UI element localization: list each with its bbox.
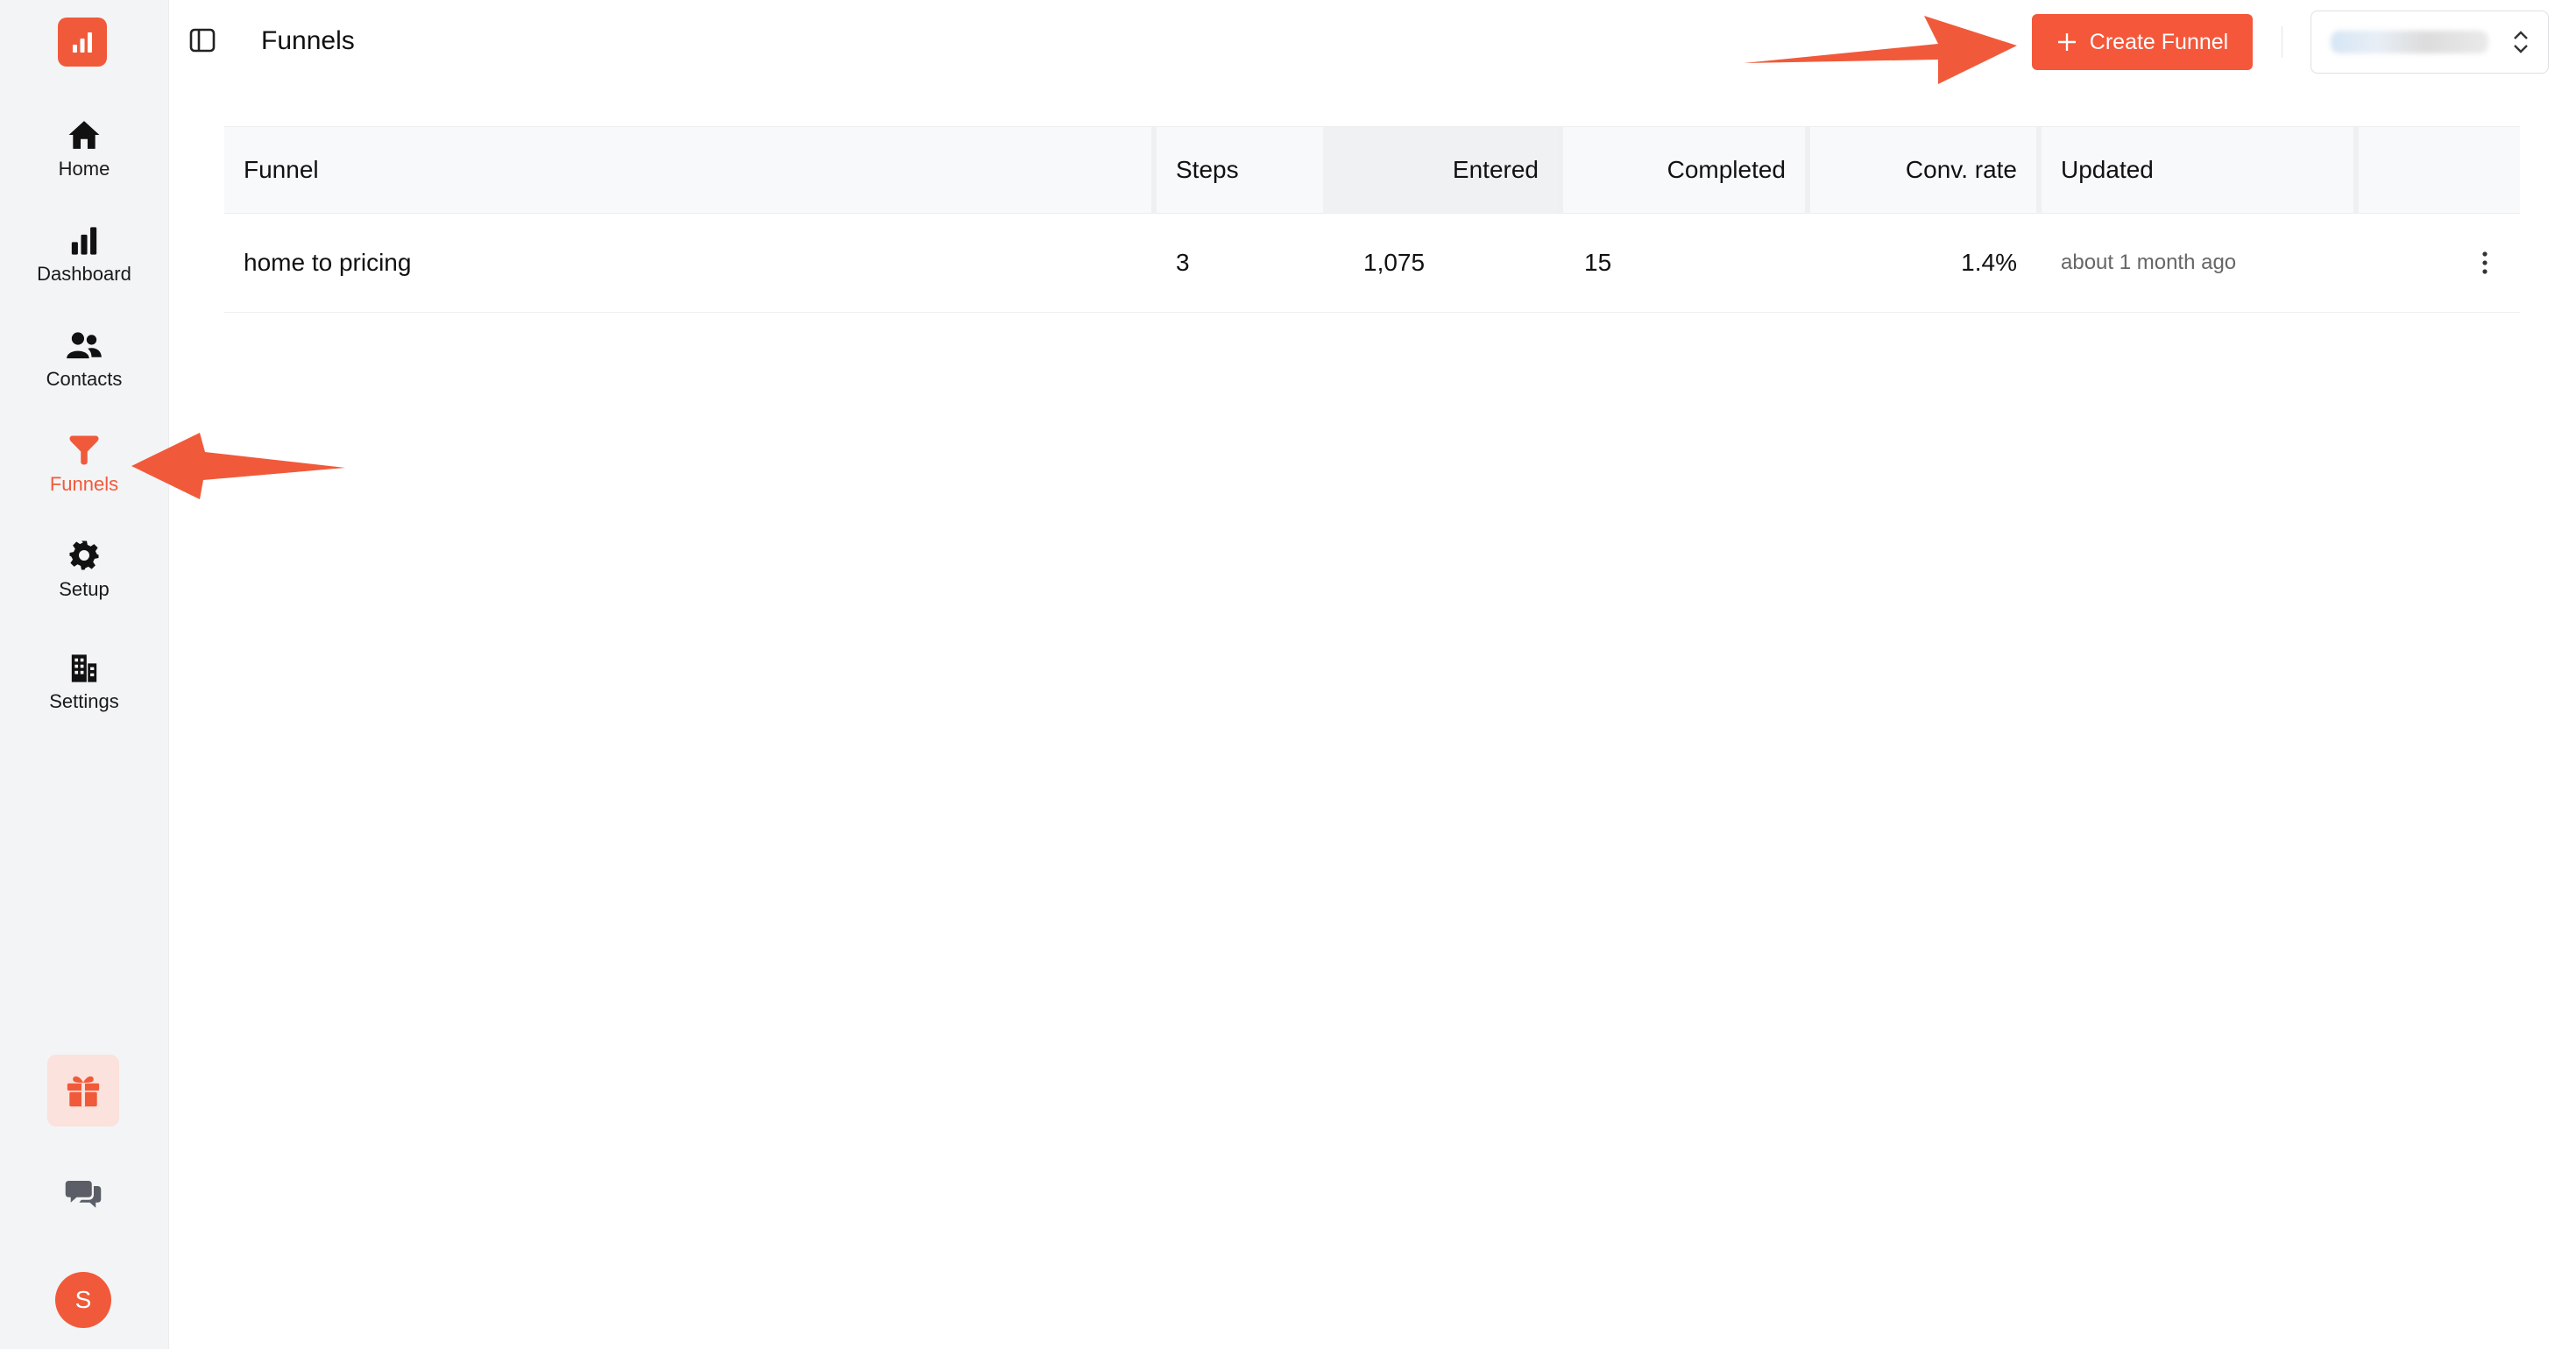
gift-icon <box>67 1076 100 1107</box>
sidebar-toggle-button[interactable] <box>189 28 217 54</box>
column-header-updated[interactable]: Updated <box>2036 127 2353 213</box>
workspace-select[interactable] <box>2311 11 2549 74</box>
column-header-completed[interactable]: Completed <box>1558 127 1805 213</box>
cell-steps: 3 <box>1176 249 1190 276</box>
cell-entered: 1,075 <box>1363 249 1426 276</box>
sidebar-panel-icon <box>189 28 216 53</box>
column-header-entered[interactable]: Entered <box>1323 127 1558 213</box>
page-title: Funnels <box>261 26 355 55</box>
chat-button[interactable] <box>58 1172 109 1216</box>
logo-bar-chart-icon <box>73 32 92 53</box>
building-icon <box>71 654 97 682</box>
avatar-initial: S <box>74 1286 92 1313</box>
sidebar-item-label: Funnels <box>49 473 119 495</box>
sidebar-item-home[interactable]: Home <box>0 112 168 200</box>
sidebar-item-label: Setup <box>59 578 110 600</box>
workspace-name-redacted <box>2331 31 2488 53</box>
sidebar-item-contacts[interactable]: Contacts <box>0 322 168 410</box>
top-bar: Funnels Create Funnel <box>168 0 2576 84</box>
app-logo[interactable] <box>58 18 107 67</box>
sidebar-item-funnels[interactable]: Funnels <box>0 427 168 515</box>
home-icon <box>68 121 100 149</box>
funnels-table: Funnel Steps Entered Completed Conv. rat… <box>224 126 2520 313</box>
create-funnel-label: Create Funnel <box>2089 29 2229 54</box>
sidebar: Home Dashboard Contacts Funnels Setup Se… <box>0 0 169 1349</box>
column-header-conv-rate[interactable]: Conv. rate <box>1805 127 2036 213</box>
cell-completed: 15 <box>1584 249 1612 276</box>
chat-bubbles-icon <box>65 1181 102 1208</box>
user-avatar[interactable]: S <box>55 1272 111 1328</box>
bar-chart-icon <box>71 227 97 255</box>
table-header: Funnel Steps Entered Completed Conv. rat… <box>224 126 2520 214</box>
gear-icon <box>69 540 99 570</box>
column-header-steps[interactable]: Steps <box>1151 127 1323 213</box>
gift-button[interactable] <box>47 1055 119 1127</box>
column-header-actions <box>2353 127 2520 213</box>
plus-icon <box>2057 33 2076 51</box>
funnel-icon <box>69 435 99 465</box>
table-row[interactable]: home to pricing 3 1,075 15 1.4% about 1 … <box>224 214 2520 313</box>
more-vertical-icon <box>2482 251 2488 274</box>
sidebar-item-dashboard[interactable]: Dashboard <box>0 217 168 305</box>
sidebar-item-settings[interactable]: Settings <box>0 645 168 732</box>
users-icon <box>67 332 102 359</box>
cell-conv-rate: 1.4% <box>1961 249 2017 276</box>
sidebar-item-label: Home <box>58 158 110 180</box>
row-actions-button[interactable] <box>2474 249 2495 277</box>
cell-funnel-name[interactable]: home to pricing <box>224 214 1151 312</box>
sidebar-item-label: Contacts <box>46 368 123 390</box>
cell-updated: about 1 month ago <box>2061 251 2237 274</box>
sidebar-item-label: Settings <box>49 690 119 712</box>
chevron-up-down-icon <box>2514 31 2528 53</box>
column-header-funnel[interactable]: Funnel <box>224 127 1151 213</box>
sidebar-item-setup[interactable]: Setup <box>0 533 168 620</box>
create-funnel-button[interactable]: Create Funnel <box>2032 14 2253 70</box>
sidebar-item-label: Dashboard <box>37 263 131 285</box>
